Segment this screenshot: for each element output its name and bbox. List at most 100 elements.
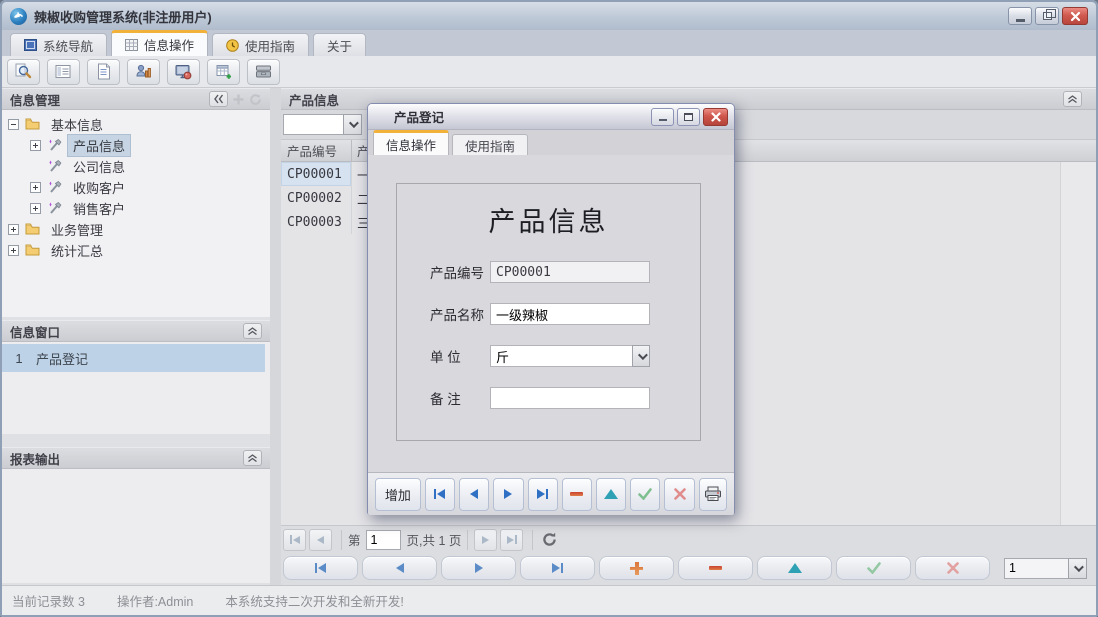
dialog-tab-user-guide[interactable]: 使用指南: [452, 134, 528, 155]
tree-item-purchase-customers[interactable]: 收购客户: [30, 177, 130, 197]
record-edit-button[interactable]: [757, 556, 832, 580]
nav-last-button[interactable]: [528, 478, 558, 511]
info-window-list: 1 产品登记: [2, 342, 270, 434]
product-name-field[interactable]: [490, 303, 650, 325]
record-nav-toolbar: [281, 555, 1096, 581]
tree-item-company-info[interactable]: 公司信息: [30, 156, 130, 176]
prev-page-icon: [317, 536, 324, 544]
archive-button[interactable]: [247, 59, 280, 85]
print-button[interactable]: [699, 478, 727, 511]
last-page-icon: [507, 535, 517, 544]
record-next-button[interactable]: [441, 556, 516, 580]
tab-about[interactable]: 关于: [313, 33, 366, 56]
record-cancel-button[interactable]: [915, 556, 990, 580]
tree-item-sales-customers[interactable]: 销售客户: [30, 198, 130, 218]
customer-user-icon: [135, 64, 152, 80]
refresh-panel-icon[interactable]: [249, 93, 262, 106]
customer-button[interactable]: [127, 59, 160, 85]
table-add-button[interactable]: [207, 59, 240, 85]
status-bar: 当前记录数 3 操作者:Admin 本系统支持二次开发和全新开发!: [2, 585, 1096, 615]
dropdown-button[interactable]: [343, 114, 362, 135]
add-panel-icon[interactable]: [232, 93, 245, 106]
new-document-button[interactable]: [87, 59, 120, 85]
collapse-panel-button[interactable]: [1063, 91, 1082, 107]
grid-icon: [125, 39, 138, 51]
page-last-button[interactable]: [500, 529, 523, 551]
expand-node-icon[interactable]: [30, 182, 41, 193]
close-button[interactable]: [1062, 7, 1088, 25]
dialog-maximize-button[interactable]: [677, 108, 700, 126]
record-save-button[interactable]: [836, 556, 911, 580]
page-number-input[interactable]: [366, 530, 401, 550]
tree-item-basic-info[interactable]: 基本信息: [8, 114, 108, 134]
collapse-node-icon[interactable]: [8, 119, 19, 130]
info-window-panel-header: 信息窗口: [2, 320, 270, 342]
record-last-button[interactable]: [520, 556, 595, 580]
record-first-button[interactable]: [283, 556, 358, 580]
minimize-button[interactable]: [1008, 7, 1032, 25]
cancel-button[interactable]: [664, 478, 694, 511]
remarks-field[interactable]: [490, 387, 650, 409]
record-delete-button[interactable]: [678, 556, 753, 580]
collapse-panel-button[interactable]: [243, 450, 262, 466]
expand-node-icon[interactable]: [8, 245, 19, 256]
record-combo-input[interactable]: [1004, 558, 1068, 579]
expand-node-icon[interactable]: [30, 203, 41, 214]
info-window-item-product-reg[interactable]: 1 产品登记: [2, 344, 265, 372]
page-next-button[interactable]: [474, 529, 497, 551]
minus-icon: [570, 492, 583, 496]
field-label-product-code: 产品编号: [430, 262, 484, 282]
record-list-button[interactable]: [47, 59, 80, 85]
record-combobox[interactable]: [1004, 558, 1087, 579]
product-filter-input[interactable]: [283, 114, 343, 135]
tab-user-guide[interactable]: 使用指南: [212, 33, 309, 56]
collapse-left-button[interactable]: [209, 91, 228, 107]
check-icon: [638, 488, 652, 500]
product-filter-combobox[interactable]: [283, 114, 362, 135]
edit-button[interactable]: [596, 478, 626, 511]
unit-combobox[interactable]: [490, 345, 650, 367]
prev-record-icon: [470, 489, 478, 499]
tree-item-statistics[interactable]: 统计汇总: [8, 240, 108, 260]
tree-item-business-mgmt[interactable]: 业务管理: [8, 219, 108, 239]
add-button[interactable]: 增加: [375, 478, 421, 511]
product-code-field[interactable]: [490, 261, 650, 283]
dropdown-button[interactable]: [1068, 558, 1087, 579]
dropdown-button[interactable]: [632, 345, 650, 367]
monitor-view-button[interactable]: [167, 59, 200, 85]
nav-next-button[interactable]: [493, 478, 523, 511]
restore-button[interactable]: [1035, 7, 1059, 25]
form-title: 产品信息: [397, 200, 700, 239]
double-chevron-up-icon: [1067, 94, 1078, 104]
unit-field[interactable]: [490, 345, 650, 367]
report-output-panel-header: 报表输出: [2, 447, 270, 469]
expand-node-icon[interactable]: [30, 140, 41, 151]
dialog-tab-info-operations[interactable]: 信息操作: [373, 130, 449, 155]
collapse-panel-button[interactable]: [243, 323, 262, 339]
refresh-icon[interactable]: [541, 531, 558, 548]
record-insert-button[interactable]: [599, 556, 674, 580]
dialog-title-bar[interactable]: 产品登记: [368, 104, 734, 130]
tree-item-product-info[interactable]: 产品信息: [30, 135, 130, 155]
save-button[interactable]: [630, 478, 660, 511]
double-chevron-up-icon: [247, 326, 258, 336]
grid-scrollbar-track[interactable]: [1060, 162, 1096, 525]
dialog-close-button[interactable]: [703, 108, 728, 126]
sidebar: 信息管理 基本信息 产品信息 公: [2, 88, 270, 585]
delete-button[interactable]: [562, 478, 592, 511]
close-icon: [711, 112, 721, 122]
nav-prev-button[interactable]: [459, 478, 489, 511]
last-record-icon: [537, 489, 548, 499]
app-logo-icon: [10, 8, 27, 25]
expand-node-icon[interactable]: [8, 224, 19, 235]
page-first-button[interactable]: [283, 529, 306, 551]
nav-first-button[interactable]: [425, 478, 455, 511]
page-prev-button[interactable]: [309, 529, 332, 551]
record-prev-button[interactable]: [362, 556, 437, 580]
column-header-product-code[interactable]: 产品编号: [281, 140, 352, 161]
preview-search-button[interactable]: [7, 59, 40, 85]
dialog-minimize-button[interactable]: [651, 108, 674, 126]
tab-info-operations[interactable]: 信息操作: [111, 30, 208, 56]
sidebar-splitter[interactable]: [270, 88, 281, 585]
tab-system-navigation[interactable]: 系统导航: [10, 33, 107, 56]
